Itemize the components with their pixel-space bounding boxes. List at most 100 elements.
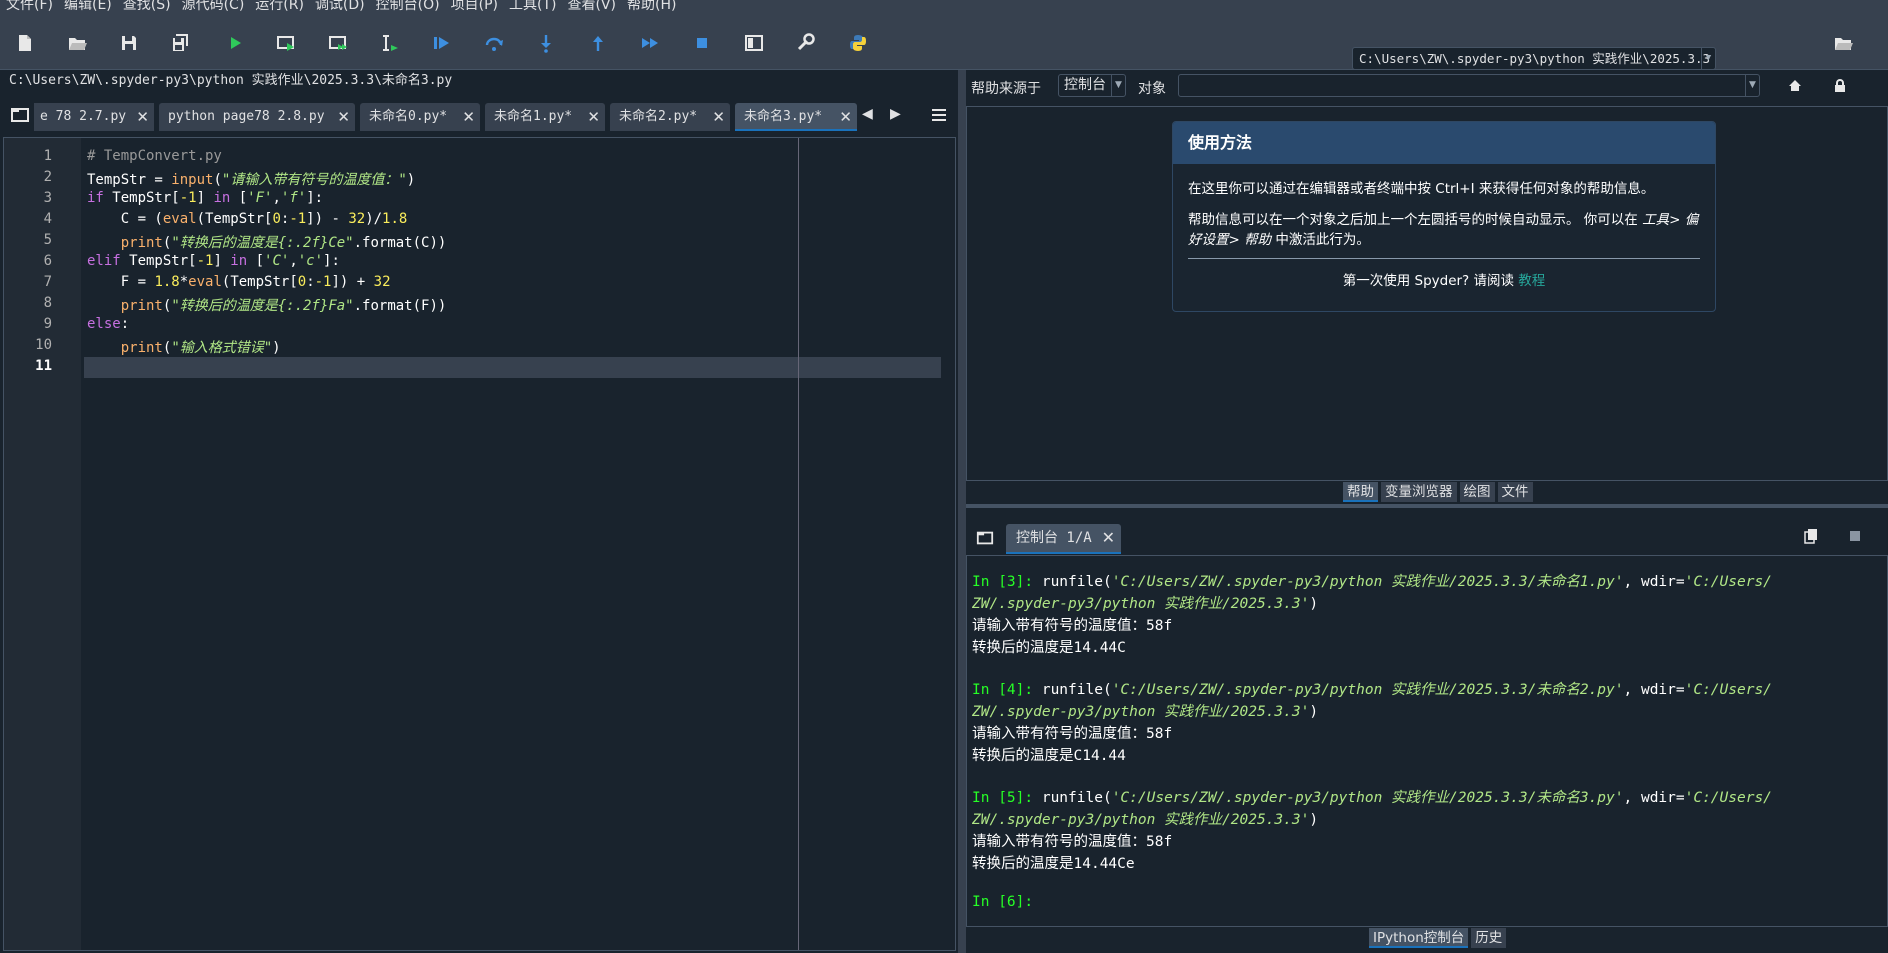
code-line-10: print("输入格式错误"): [120, 340, 281, 356]
chevron-left-icon[interactable]: ◀: [862, 106, 876, 126]
save-all-icon[interactable]: [168, 30, 194, 56]
console-prompt[interactable]: In [6]:: [972, 894, 1033, 910]
help-paragraph-1: 在这里你可以通过在编辑器或者终端中按 Ctrl+I 来获得任何对象的帮助信息。: [1188, 181, 1655, 197]
code-line-1: # TempConvert.py: [87, 148, 222, 164]
console-tab[interactable]: 控制台 1/A ✕: [1006, 524, 1121, 554]
line-number: 10: [35, 337, 52, 353]
help-footer: 第一次使用 Spyder? 请阅读 教程: [1342, 273, 1546, 289]
code-line-2: TempStr = input("请输入带有符号的温度值："): [87, 172, 416, 188]
step-return-icon[interactable]: [585, 30, 611, 56]
editor-tab-5-active[interactable]: 未命名3.py* ✕: [735, 103, 857, 131]
chevron-down-icon[interactable]: ▼: [1701, 48, 1715, 69]
maximize-pane-icon[interactable]: [741, 30, 767, 56]
lock-icon[interactable]: [1831, 77, 1849, 95]
tab-variable-explorer[interactable]: 变量浏览器: [1381, 482, 1457, 502]
console-output-line: 请输入带有符号的温度值：58f: [972, 618, 1173, 634]
chevron-down-icon[interactable]: ▼: [1111, 75, 1125, 96]
tab-help[interactable]: 帮助: [1343, 482, 1378, 502]
help-paragraph-2: 帮助信息可以在一个对象之后加上一个左圆括号的时候自动显示。 你可以在 工具> 偏…: [1188, 212, 1699, 248]
code-area[interactable]: # TempConvert.py TempStr = input("请输入带有符…: [84, 138, 954, 950]
horizontal-splitter[interactable]: [966, 504, 1888, 508]
close-icon[interactable]: ✕: [136, 103, 149, 131]
menu-help[interactable]: 帮助(H): [621, 0, 681, 12]
menu-consoles[interactable]: 控制台(O): [370, 0, 445, 12]
new-file-icon[interactable]: [12, 30, 38, 56]
tab-history[interactable]: 历史: [1471, 928, 1507, 948]
run-cell-icon[interactable]: [273, 30, 299, 56]
editor-tab-1[interactable]: python page78 2.8.py ✕: [159, 103, 355, 131]
tab-files[interactable]: 文件: [1497, 482, 1533, 502]
close-icon[interactable]: ✕: [587, 103, 600, 131]
console-input-line: ZW/.spyder-py3/python 实践作业/2025.3.3'): [972, 596, 1319, 612]
current-line-number: 11: [35, 358, 52, 374]
close-icon[interactable]: ✕: [839, 103, 852, 129]
menu-source[interactable]: 源代码(C): [176, 0, 250, 12]
menu-file[interactable]: 文件(F): [0, 0, 58, 12]
menu-search[interactable]: 查找(S): [117, 0, 176, 12]
edge-line: [798, 138, 799, 950]
console-input-line: ZW/.spyder-py3/python 实践作业/2025.3.3'): [972, 704, 1319, 720]
run-cell-advance-icon[interactable]: [325, 30, 351, 56]
copy-icon[interactable]: [1804, 528, 1818, 544]
menu-run[interactable]: 运行(R): [249, 0, 309, 12]
browse-tabs-icon[interactable]: [10, 105, 30, 125]
continue-icon[interactable]: [637, 30, 663, 56]
python-icon[interactable]: [845, 30, 871, 56]
folder-icon[interactable]: [1830, 30, 1856, 56]
chevron-down-icon[interactable]: ▼: [1745, 75, 1759, 96]
help-source-combo[interactable]: 控制台 ▼: [1058, 74, 1126, 97]
menu-debug[interactable]: 调试(D): [309, 0, 370, 12]
editor-tab-label: 未命名2.py*: [619, 109, 698, 124]
tutorial-link[interactable]: 教程: [1518, 273, 1545, 289]
code-line-4: C = (eval(TempStr[0:-1]) - 32)/1.8: [87, 211, 408, 227]
home-icon[interactable]: [1786, 77, 1804, 95]
vertical-splitter[interactable]: [958, 70, 966, 953]
menu-bar: 文件(F) 编辑(E) 查找(S) 源代码(C) 运行(R) 调试(D) 控制台…: [0, 0, 1888, 16]
current-line-highlight: [84, 357, 941, 378]
menu-projects[interactable]: 项目(P): [445, 0, 503, 12]
close-icon[interactable]: ✕: [337, 103, 350, 131]
editor-pane: C:\Users\ZW\.spyder-py3\python 实践作业\2025…: [0, 70, 958, 953]
console-output-line: 转换后的温度是14.44Ce: [972, 856, 1135, 872]
line-number: 2: [43, 169, 52, 185]
step-over-icon[interactable]: [481, 30, 507, 56]
menu-edit[interactable]: 编辑(E): [58, 0, 117, 12]
browse-tabs-icon[interactable]: [975, 529, 995, 547]
hamburger-icon[interactable]: [930, 106, 948, 126]
tab-plots[interactable]: 绘图: [1459, 482, 1495, 502]
stop-icon[interactable]: [689, 30, 715, 56]
editor-tab-label: 未命名1.py*: [494, 109, 573, 124]
tab-ipython-console[interactable]: IPython控制台: [1369, 928, 1469, 948]
editor-tab-2[interactable]: 未命名0.py* ✕: [360, 103, 480, 131]
object-combo[interactable]: ▼: [1178, 74, 1760, 97]
editor-tab-0[interactable]: e 78 2.7.py ✕: [34, 103, 154, 131]
console-input-line: In [5]: runfile('C:/Users/ZW/.spyder-py3…: [972, 790, 1772, 806]
close-icon[interactable]: ✕: [462, 103, 475, 131]
step-into-icon[interactable]: [533, 30, 559, 56]
working-directory-combo[interactable]: C:\Users\ZW\.spyder-py3\python 实践作业\2025…: [1352, 47, 1716, 70]
run-selection-icon[interactable]: [377, 30, 403, 56]
working-directory-text: C:\Users\ZW\.spyder-py3\python 实践作业\2025…: [1359, 51, 1711, 66]
close-icon[interactable]: ✕: [712, 103, 725, 131]
wrench-icon[interactable]: [793, 30, 819, 56]
help-pane-tabs: 帮助 变量浏览器 绘图 文件: [1343, 482, 1536, 502]
editor-tab-4[interactable]: 未命名2.py* ✕: [610, 103, 730, 131]
right-pane: 帮助来源于 控制台 ▼ 对象 ▼ 使用方法 在这里你可以通过在编辑器或者终端中按…: [966, 70, 1888, 953]
menu-view[interactable]: 查看(V): [561, 0, 621, 12]
debug-icon[interactable]: [429, 30, 455, 56]
editor-tab-3[interactable]: 未命名1.py* ✕: [485, 103, 605, 131]
close-icon[interactable]: ✕: [1102, 524, 1115, 552]
ipython-console[interactable]: In [3]: runfile('C:/Users/ZW/.spyder-py3…: [966, 555, 1888, 927]
code-editor[interactable]: 1 2 3 4 5 6 7 8 9 10 11 # TempConvert.py…: [3, 137, 956, 951]
save-icon[interactable]: [116, 30, 142, 56]
open-file-icon[interactable]: [64, 30, 90, 56]
menu-tools[interactable]: 工具(T): [503, 0, 561, 12]
help-divider: [1188, 258, 1700, 259]
chevron-right-icon[interactable]: ▶: [890, 106, 904, 126]
console-output-line: 转换后的温度是C14.44: [972, 748, 1126, 764]
line-number: 5: [43, 232, 52, 248]
code-line-7: F = 1.8*eval(TempStr[0:-1]) + 32: [87, 274, 391, 290]
line-number: 1: [43, 148, 52, 164]
stop-kernel-icon[interactable]: [1850, 531, 1860, 541]
run-icon[interactable]: [222, 30, 248, 56]
